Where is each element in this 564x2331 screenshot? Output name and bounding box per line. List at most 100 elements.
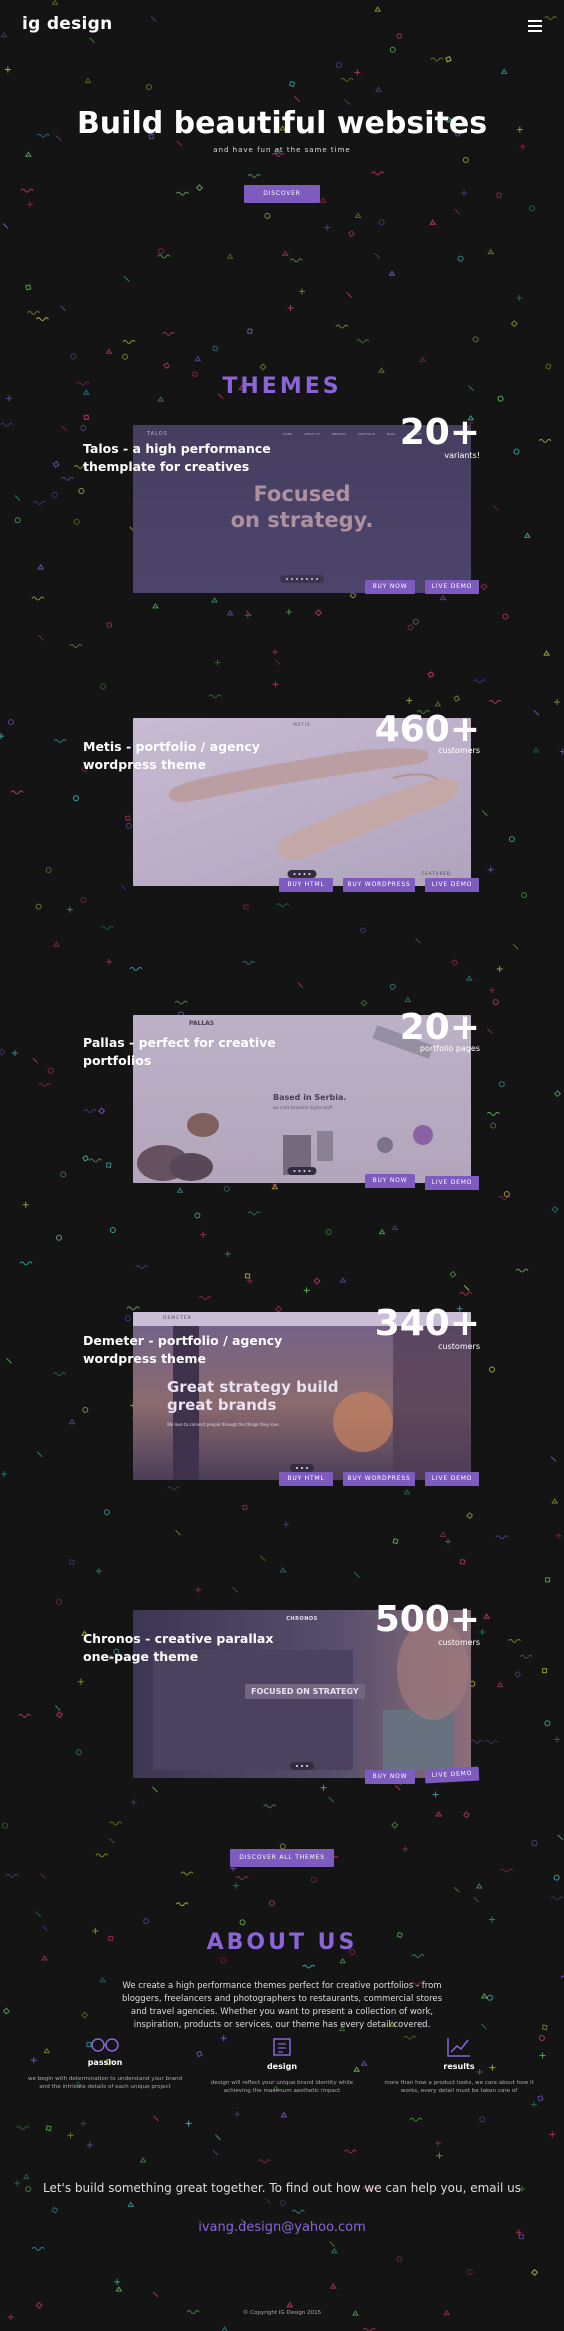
- confetti-shape: [371, 171, 385, 176]
- confetti-shape: [445, 1538, 452, 1545]
- theme-card-talos: TALOS HOME ABOUT US SERVICES PORTFOLIO BLOG C…: [0, 415, 564, 615]
- email-link[interactable]: ivang.design@yahoo.com: [0, 2220, 564, 2235]
- confetti-shape: [212, 345, 219, 352]
- confetti-shape: [115, 2286, 123, 2292]
- chart-icon: [447, 2038, 470, 2057]
- live-demo-button[interactable]: LIVE DEMO: [425, 1472, 479, 1486]
- feature-passion: passion we begin with determination to u…: [25, 2036, 185, 2091]
- confetti-shape: [459, 1291, 473, 1296]
- confetti-shape: [557, 1834, 564, 1841]
- theme-card-metis: METIS FEATURED Metis - portfolio / agenc…: [0, 712, 564, 912]
- theme-count-label: customers: [438, 746, 480, 755]
- confetti-shape: [360, 999, 368, 1007]
- confetti-shape: [463, 1285, 470, 1291]
- confetti-shape: [215, 2134, 221, 2141]
- confetti-shape: [280, 2111, 288, 2118]
- confetti-shape: [330, 2247, 338, 2254]
- confetti-shape: [247, 1211, 261, 1216]
- theme-count: 460+: [374, 709, 480, 750]
- live-demo-button[interactable]: LIVE DEMO: [425, 1176, 479, 1190]
- live-demo-button[interactable]: LIVE DEMO: [424, 1766, 480, 1784]
- confetti-shape: [35, 2301, 43, 2309]
- confetti-shape: [22, 2173, 30, 2180]
- confetti-shape: [415, 937, 421, 944]
- theme-count: 340+: [374, 1303, 480, 1344]
- confetti-shape: [391, 1224, 399, 1230]
- confetti-shape: [550, 1896, 564, 1901]
- confetti-shape: [200, 1231, 207, 1238]
- confetti-shape: [539, 2052, 546, 2059]
- confetti-shape: [453, 695, 461, 702]
- confetti-shape: [103, 1509, 110, 1516]
- live-demo-button[interactable]: LIVE DEMO: [425, 878, 479, 892]
- themes-title: THEMES: [222, 374, 342, 399]
- confetti-shape: [143, 1918, 150, 1925]
- confetti-shape: [445, 55, 452, 63]
- theme-card-demeter: DEMETER Great strategy build great brand…: [0, 1306, 564, 1506]
- confetti-shape: [344, 99, 350, 105]
- confetti-shape: [453, 1886, 460, 1893]
- confetti-shape: [419, 356, 427, 362]
- confetti-shape: [325, 1228, 332, 1235]
- confetti-shape: [329, 2283, 337, 2289]
- buy-html-button[interactable]: BUY HTML: [279, 878, 333, 892]
- discover-button[interactable]: DISCOVER: [244, 185, 320, 203]
- buy-wordpress-button[interactable]: BUY WORDPRESS: [343, 878, 415, 892]
- confetti-shape: [84, 77, 92, 84]
- buy-now-button[interactable]: BUY NOW: [365, 580, 415, 594]
- confetti-shape: [549, 2131, 556, 2138]
- confetti-shape: [283, 1521, 290, 1528]
- confetti-shape: [163, 362, 170, 369]
- confetti-shape: [264, 212, 271, 219]
- confetti-shape: [406, 697, 413, 704]
- confetti-shape: [472, 336, 479, 343]
- confetti-shape: [26, 201, 33, 208]
- confetti-shape: [2, 2007, 10, 2015]
- confetti-shape: [157, 254, 171, 259]
- about-title: ABOUT US: [206, 1930, 358, 1955]
- confetti-shape: [489, 987, 496, 994]
- confetti-shape: [221, 2326, 228, 2331]
- confetti-shape: [53, 941, 60, 947]
- confetti-shape: [272, 681, 279, 688]
- confetti-shape: [127, 2201, 135, 2207]
- confetti-shape: [152, 2291, 159, 2298]
- confetti-shape: [531, 1840, 538, 1847]
- theme-count-label: customers: [438, 1342, 480, 1351]
- confetti-shape: [175, 1902, 189, 1907]
- buy-wordpress-button[interactable]: BUY WORDPRESS: [343, 1472, 415, 1486]
- confetti-shape: [239, 1919, 246, 1926]
- confetti-shape: [515, 1268, 529, 1273]
- confetti-shape: [488, 699, 502, 704]
- confetti-shape: [389, 46, 396, 53]
- buy-now-button[interactable]: BUY NOW: [365, 1770, 415, 1784]
- theme-count-label: customers: [438, 1638, 480, 1647]
- confetti-shape: [246, 1277, 253, 1284]
- confetti-shape: [510, 320, 518, 328]
- confetti-shape: [263, 1804, 277, 1809]
- menu-icon[interactable]: [528, 20, 542, 35]
- confetti-shape: [531, 2268, 539, 2276]
- confetti-shape: [516, 295, 523, 302]
- confetti-shape: [461, 189, 468, 196]
- confetti-shape: [500, 68, 508, 74]
- buy-html-button[interactable]: BUY HTML: [279, 1472, 333, 1486]
- confetti-shape: [466, 1512, 474, 1520]
- confetti-shape: [528, 205, 535, 212]
- confetti-shape: [232, 1586, 238, 1593]
- feature-text: more than how a product looks, we care a…: [384, 2080, 534, 2094]
- confetti-shape: [412, 618, 419, 625]
- confetti-shape: [67, 2132, 74, 2139]
- confetti-shape: [354, 212, 362, 218]
- confetti-shape: [195, 184, 203, 192]
- brand-logo[interactable]: ig design: [22, 14, 113, 34]
- confetti-shape: [35, 1911, 42, 1918]
- confetti-shape: [473, 679, 487, 684]
- confetti-shape: [185, 2120, 192, 2127]
- discover-all-themes-button[interactable]: DISCOVER ALL THEMES: [230, 1849, 334, 1867]
- confetti-shape: [176, 191, 189, 196]
- live-demo-button[interactable]: LIVE DEMO: [425, 580, 479, 594]
- confetti-shape: [89, 37, 95, 44]
- buy-now-button[interactable]: BUY NOW: [365, 1174, 415, 1188]
- confetti-shape: [396, 32, 403, 40]
